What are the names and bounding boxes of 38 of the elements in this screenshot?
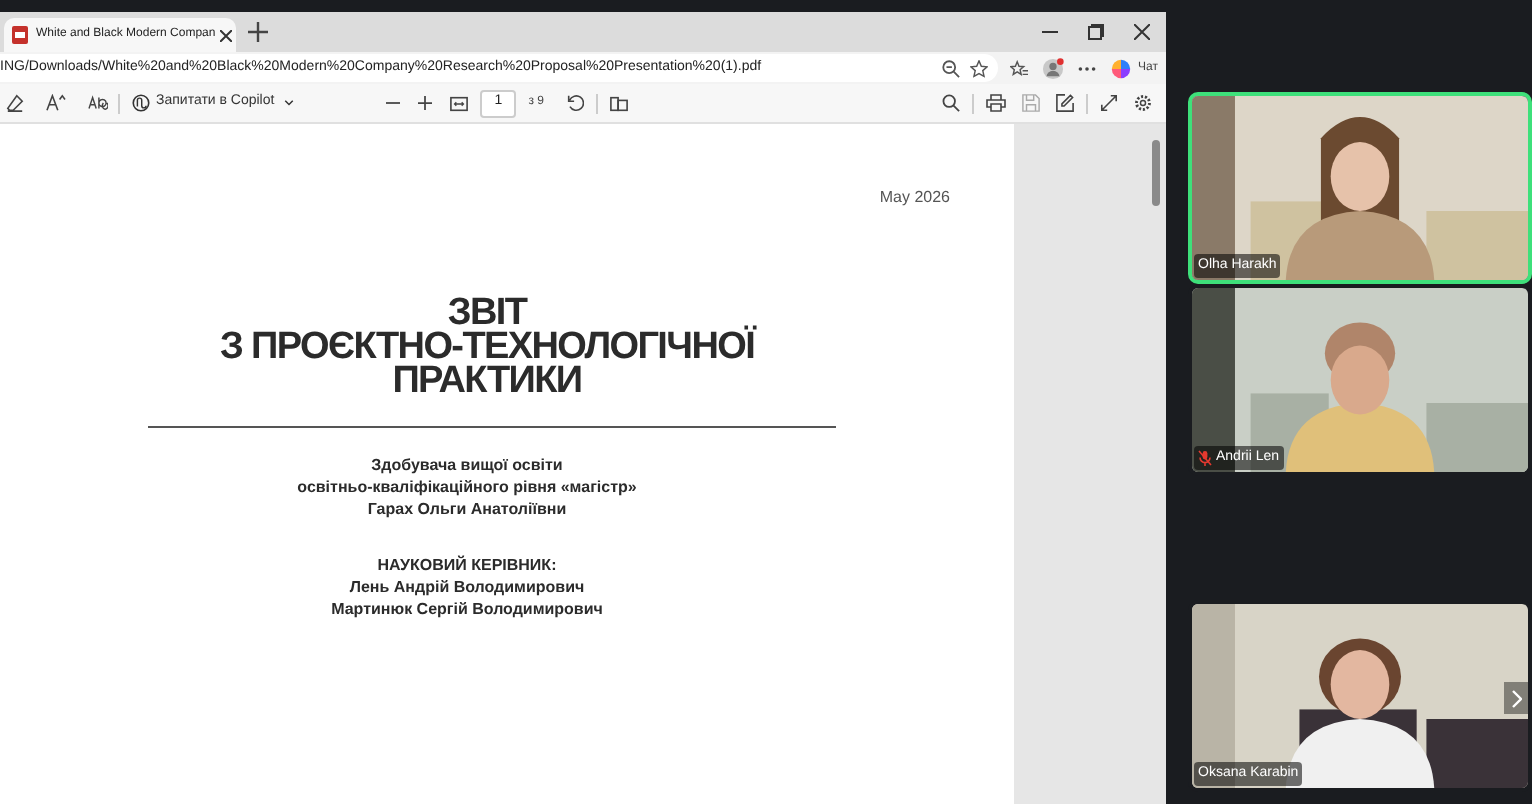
document-date: May 2026 bbox=[879, 186, 950, 210]
zoom-in-icon[interactable] bbox=[418, 96, 433, 110]
favorites-icon[interactable] bbox=[1010, 59, 1029, 77]
document-title: З ПРОЄКТНО-ТЕХНОЛОГІЧНОЇ bbox=[219, 330, 755, 364]
copilot-icon bbox=[132, 94, 150, 112]
search-icon[interactable] bbox=[942, 94, 960, 112]
caret-icon bbox=[284, 100, 295, 106]
pdf-file-icon bbox=[12, 26, 28, 44]
supervisor-line: Мартинюк Сергій Володимирович bbox=[331, 598, 603, 620]
zoom-out-icon[interactable] bbox=[386, 96, 401, 110]
author-line: Гарах Ольги Анатоліївни bbox=[367, 498, 567, 520]
close-icon[interactable] bbox=[1134, 24, 1150, 40]
next-page-button[interactable] bbox=[1504, 682, 1528, 714]
supervisor-line: НАУКОВИЙ КЕРІВНИК: bbox=[377, 554, 557, 576]
rotate-icon[interactable] bbox=[565, 94, 584, 112]
author-line: Здобувача вищої освіти bbox=[371, 454, 563, 476]
supervisor-line: Лень Андрій Володимирович bbox=[349, 576, 585, 598]
new-tab-icon[interactable] bbox=[248, 22, 268, 42]
copilot-icon[interactable] bbox=[1110, 57, 1133, 79]
fullscreen-icon[interactable] bbox=[1100, 94, 1118, 112]
print-icon[interactable] bbox=[986, 94, 1006, 112]
document-title: ПРАКТИКИ bbox=[392, 364, 582, 398]
translate-icon[interactable] bbox=[88, 94, 108, 112]
star-icon[interactable] bbox=[970, 59, 989, 77]
text-size-icon[interactable] bbox=[46, 94, 66, 112]
fit-width-icon[interactable] bbox=[450, 95, 469, 111]
edit-icon[interactable] bbox=[1056, 94, 1074, 112]
close-icon[interactable] bbox=[219, 29, 232, 41]
page-view-icon[interactable] bbox=[609, 95, 628, 111]
profile-icon[interactable] bbox=[1042, 57, 1065, 79]
zoom-icon[interactable] bbox=[942, 59, 961, 77]
eraser-icon[interactable] bbox=[6, 94, 24, 112]
document-title: ЗВІТ bbox=[447, 296, 527, 330]
more-icon[interactable] bbox=[1078, 65, 1097, 71]
restore-icon[interactable] bbox=[1088, 24, 1104, 40]
chevron-right-icon bbox=[1511, 689, 1521, 707]
settings-icon[interactable] bbox=[1134, 94, 1152, 112]
author-line: освітньо-кваліфікаційного рівня «магістр» bbox=[297, 476, 637, 498]
